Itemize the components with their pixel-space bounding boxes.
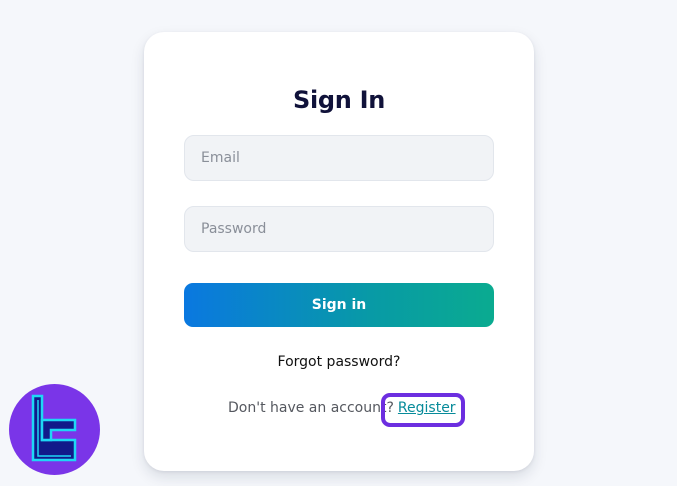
email-field[interactable]: [184, 135, 494, 181]
brand-logo-icon: [9, 384, 100, 475]
signin-card: Sign In Sign in Forgot password? Don't h…: [144, 32, 534, 471]
password-field[interactable]: [184, 206, 494, 252]
register-prompt: Don't have an account?: [228, 400, 394, 416]
register-row: Don't have an account? Register: [228, 400, 456, 416]
forgot-password-link[interactable]: Forgot password?: [144, 354, 534, 370]
page-title: Sign In: [292, 86, 386, 114]
tc-monogram-icon: [31, 394, 77, 462]
signin-button[interactable]: Sign in: [184, 283, 494, 327]
register-link[interactable]: Register: [398, 400, 456, 416]
